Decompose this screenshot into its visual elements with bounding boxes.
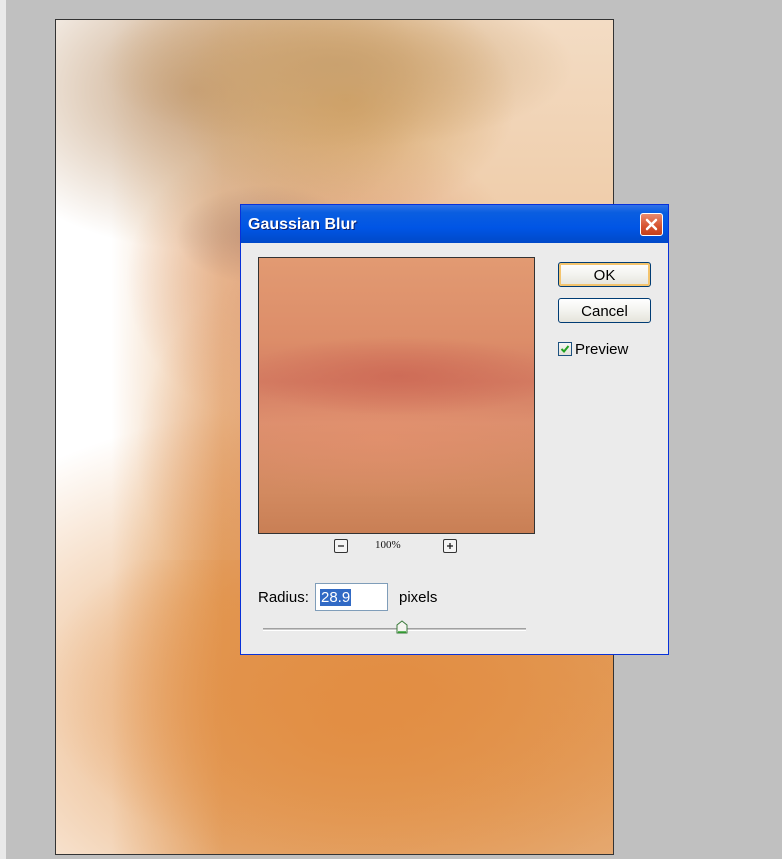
dialog-body: OK Cancel Preview Radius: 28.9 pixels: [241, 243, 668, 654]
radius-label: Radius:: [258, 589, 309, 606]
zoom-in-button[interactable]: [443, 539, 457, 553]
preview-label[interactable]: Preview: [575, 341, 628, 358]
radius-slider-track[interactable]: [263, 628, 526, 631]
radius-input[interactable]: 28.9: [315, 583, 388, 611]
close-button[interactable]: [640, 213, 663, 236]
preview-image[interactable]: [258, 257, 535, 534]
preview-checkbox[interactable]: [558, 342, 572, 356]
workspace: Gaussian Blur OK Cancel Preview Radius: …: [0, 0, 782, 859]
minus-icon: [338, 545, 344, 547]
gaussian-blur-dialog: Gaussian Blur OK Cancel Preview Radius: …: [240, 204, 669, 655]
cancel-button[interactable]: Cancel: [558, 298, 651, 323]
zoom-level: 100%: [375, 539, 401, 551]
checkmark-icon: [560, 345, 570, 353]
dialog-titlebar[interactable]: Gaussian Blur: [241, 205, 668, 243]
plus-icon: [447, 543, 453, 549]
ok-button[interactable]: OK: [558, 262, 651, 287]
close-icon: [645, 218, 658, 231]
workspace-edge: [0, 0, 6, 859]
units-label: pixels: [399, 589, 438, 606]
zoom-out-button[interactable]: [334, 539, 348, 553]
dialog-title: Gaussian Blur: [248, 216, 357, 233]
radius-value: 28.9: [320, 589, 352, 606]
radius-slider-thumb[interactable]: [396, 620, 408, 634]
